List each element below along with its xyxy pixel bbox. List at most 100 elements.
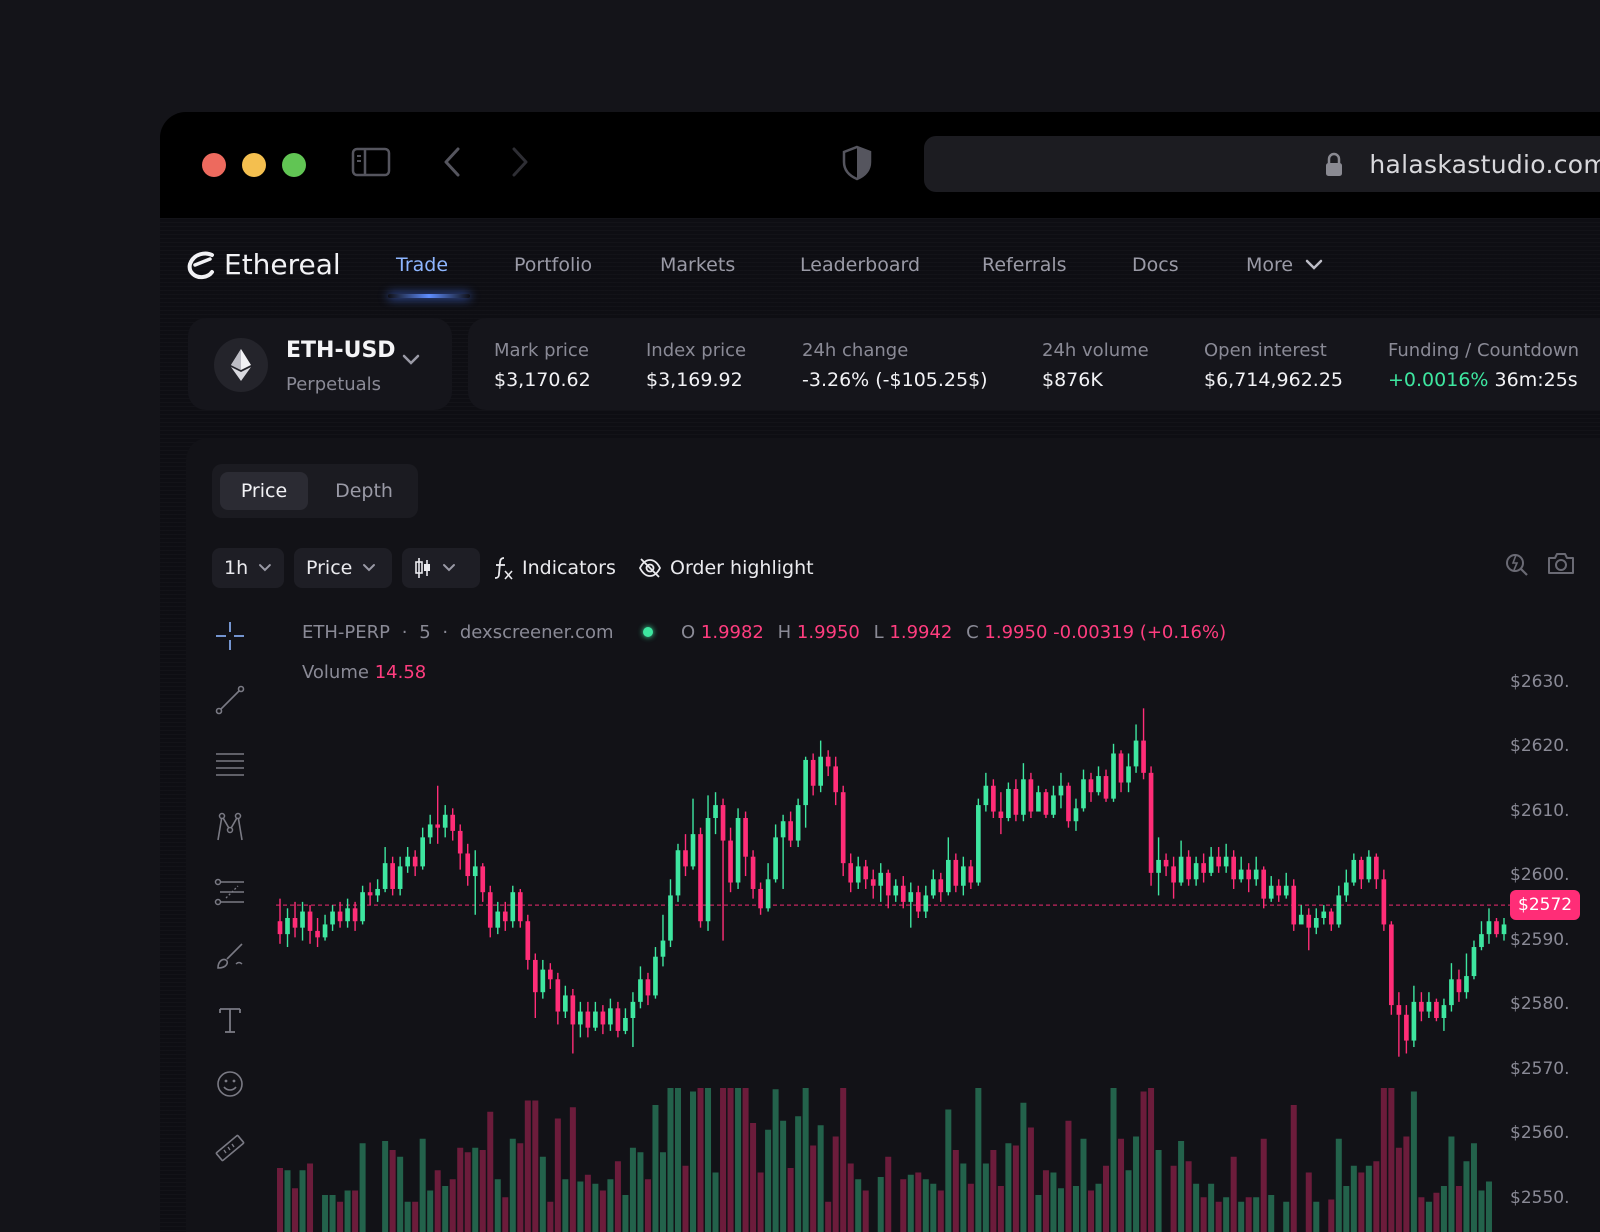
sidebar-toggle-icon[interactable]	[350, 144, 392, 180]
candle	[984, 773, 989, 812]
volume-bar	[1396, 1148, 1402, 1232]
horizontal-lines-icon[interactable]	[212, 746, 248, 782]
candle	[548, 963, 553, 989]
order-highlight-button[interactable]: Order highlight	[638, 548, 814, 588]
crosshair-icon[interactable]	[212, 618, 248, 654]
shield-icon[interactable]	[840, 144, 874, 182]
candle	[931, 870, 936, 899]
candle	[691, 799, 696, 870]
candle	[1419, 992, 1424, 1021]
candle	[766, 863, 771, 911]
volume-bar	[412, 1202, 418, 1232]
candle	[1427, 992, 1432, 1018]
camera-icon[interactable]	[1546, 550, 1576, 576]
price-axis[interactable]: $2630.$2620.$2610.$2600.$2590.$2580.$257…	[1510, 618, 1600, 1232]
volume-bar	[1223, 1197, 1229, 1232]
candle	[435, 786, 440, 844]
candle	[556, 973, 561, 1025]
stat-value: -3.26% (-$105.25$)	[802, 369, 988, 391]
candle	[1074, 799, 1079, 831]
tab-price[interactable]: Price	[220, 472, 308, 510]
chart-view-toggle: Price Depth	[212, 464, 418, 518]
interval-dropdown[interactable]: 1h	[212, 548, 284, 588]
candle	[991, 779, 996, 818]
volume-bar	[1328, 1200, 1334, 1232]
nav-item-referrals[interactable]: Referrals	[982, 254, 1067, 276]
maximize-window-button[interactable]	[282, 153, 306, 177]
candle	[1261, 866, 1266, 908]
candle	[1029, 773, 1034, 818]
volume-bar	[1246, 1197, 1252, 1232]
candle	[1036, 786, 1041, 812]
volume-bar	[953, 1150, 959, 1232]
candle	[743, 812, 748, 877]
text-tool-icon[interactable]	[212, 1002, 248, 1038]
candle	[961, 857, 966, 896]
candle	[510, 886, 515, 928]
nav-item-more[interactable]: More	[1246, 254, 1323, 276]
pattern-tool-icon[interactable]	[212, 810, 248, 846]
chart-type-dropdown[interactable]	[402, 548, 480, 588]
price-tick-label: $2610.	[1510, 801, 1569, 821]
candle	[706, 795, 711, 930]
volume-bar	[480, 1150, 486, 1232]
candle	[458, 824, 463, 869]
stat-value: $876K	[1042, 369, 1149, 391]
volume-bar	[1020, 1103, 1026, 1232]
indicators-button[interactable]: Indicators	[492, 548, 616, 588]
candle	[1216, 847, 1221, 873]
forward-icon[interactable]	[504, 144, 534, 180]
volume-bar	[1103, 1166, 1109, 1232]
volume-bar	[1358, 1173, 1364, 1232]
candle	[1006, 783, 1011, 822]
brush-icon[interactable]	[212, 938, 248, 974]
volume-bar	[1456, 1186, 1462, 1232]
chevron-down-icon	[442, 563, 456, 573]
market-name: ETH-USD	[286, 338, 396, 363]
price-chart[interactable]	[276, 618, 1516, 1232]
candle	[1487, 908, 1492, 943]
trend-line-icon[interactable]	[212, 682, 248, 718]
nav-item-trade[interactable]: Trade	[396, 254, 448, 276]
candle	[465, 844, 470, 886]
volume-bar	[818, 1125, 824, 1232]
address-bar[interactable]: halaskastudio.com	[924, 136, 1600, 192]
volume-bar	[442, 1186, 448, 1232]
nav-item-markets[interactable]: Markets	[660, 254, 735, 276]
stat-24h-volume: 24h volume $876K	[1042, 340, 1149, 391]
volume-bar	[285, 1170, 291, 1232]
candle	[608, 999, 613, 1031]
candle	[841, 786, 846, 876]
candle	[916, 886, 921, 918]
candle	[1494, 918, 1499, 937]
volume-bar	[1426, 1202, 1432, 1232]
candle	[1156, 837, 1161, 895]
function-icon	[492, 555, 514, 581]
magic-zoom-icon[interactable]	[1504, 550, 1530, 578]
volume-bar	[968, 1184, 974, 1232]
candle	[1442, 999, 1447, 1031]
candle	[413, 850, 418, 876]
candle	[1502, 918, 1507, 941]
back-icon[interactable]	[438, 144, 468, 180]
candle	[1201, 853, 1206, 882]
emoji-icon[interactable]	[212, 1066, 248, 1102]
price-mode-dropdown[interactable]: Price	[294, 548, 392, 588]
minimize-window-button[interactable]	[242, 153, 266, 177]
volume-bar	[585, 1175, 591, 1232]
ruler-icon[interactable]	[212, 1130, 248, 1166]
stat-label: Mark price	[494, 340, 591, 361]
market-selector[interactable]: ETH-USD Perpetuals	[188, 318, 452, 410]
candle	[954, 853, 959, 892]
tab-depth[interactable]: Depth	[320, 472, 408, 510]
volume-bar	[983, 1164, 989, 1232]
nav-item-leaderboard[interactable]: Leaderboard	[800, 254, 920, 276]
fib-tool-icon[interactable]	[212, 874, 248, 910]
volume-bar	[420, 1139, 426, 1232]
volume-bar	[1050, 1173, 1056, 1232]
candle	[1397, 992, 1402, 1057]
nav-item-docs[interactable]: Docs	[1132, 254, 1179, 276]
close-window-button[interactable]	[202, 153, 226, 177]
nav-item-portfolio[interactable]: Portfolio	[514, 254, 592, 276]
candle	[571, 989, 576, 1054]
